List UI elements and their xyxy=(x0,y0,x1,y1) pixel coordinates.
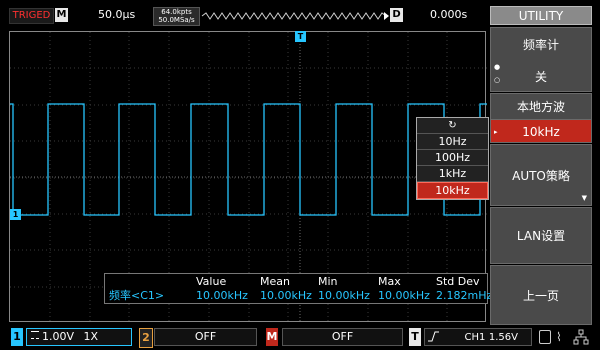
meas-header-min: Min xyxy=(318,275,338,288)
option-100hz[interactable]: 100Hz xyxy=(417,150,488,166)
selection-arrow-icon: ▸ xyxy=(494,128,498,136)
meas-min: 10.00kHz xyxy=(318,289,370,302)
menu-previous-page[interactable]: 上一页 xyxy=(490,265,592,325)
channel1-probe: 1X xyxy=(83,330,99,343)
acquisition-info: 64.0kpts 50.0MSa/s xyxy=(153,7,200,26)
menu-frequency-counter-value: 关 xyxy=(534,70,547,84)
dc-coupling-icon xyxy=(31,331,39,339)
usb-device-icon xyxy=(539,330,551,344)
trigger-level: 1.56V xyxy=(488,332,518,343)
rising-edge-icon xyxy=(428,331,439,342)
delay-badge[interactable]: D xyxy=(390,8,403,22)
measurement-panel: Value Mean Min Max Std Dev 频率<C1> 10.00k… xyxy=(104,273,492,304)
meas-header-stddev: Std Dev xyxy=(436,275,480,288)
meas-header-max: Max xyxy=(378,275,401,288)
channel1-settings[interactable]: 1.00V 1X xyxy=(26,328,132,346)
trigger-settings[interactable]: CH1 1.56V xyxy=(424,328,532,346)
horizontal-delay-readout[interactable]: 0.000s xyxy=(430,8,467,22)
meas-max: 10.00kHz xyxy=(378,289,430,302)
top-status-bar: TRIGED M 50.0μs 64.0kpts 50.0MSa/s D 0.0… xyxy=(0,0,600,26)
math-button[interactable]: M xyxy=(266,328,278,346)
memory-position-indicator xyxy=(200,8,390,22)
channel1-scale: 1.00V xyxy=(42,330,75,343)
meas-header-mean: Mean xyxy=(260,275,290,288)
option-10khz[interactable]: 10kHz xyxy=(417,182,488,199)
menu-auto-strategy[interactable]: AUTO策略 ▼ xyxy=(490,144,592,206)
trigger-source: CH1 xyxy=(464,332,486,343)
channel2-settings[interactable]: OFF xyxy=(154,328,257,346)
channel1-ground-marker[interactable]: 1 xyxy=(10,209,21,220)
channel1-button[interactable]: 1 xyxy=(11,328,23,346)
meas-row-label: 频率<C1> xyxy=(109,289,165,302)
trigger-button[interactable]: T xyxy=(409,328,421,346)
trigger-status: TRIGED xyxy=(9,8,54,24)
network-icon xyxy=(573,329,589,345)
timebase-readout[interactable]: 50.0μs xyxy=(98,8,135,22)
menu-lan-settings[interactable]: LAN设置 xyxy=(490,207,592,264)
square-wave-frequency-list[interactable]: ↻ 10Hz 100Hz 1kHz 10kHz xyxy=(416,117,489,200)
menu-frequency-counter[interactable]: 频率计 ● ○ 关 xyxy=(490,27,592,92)
math-settings[interactable]: OFF xyxy=(282,328,403,346)
bottom-status-bar: 1 1.00V 1X 2 OFF M OFF T CH1 1.56V ⌇ xyxy=(0,325,600,350)
meas-mean: 10.00kHz xyxy=(260,289,312,302)
menu-local-square-wave-label: 本地方波 xyxy=(516,100,565,114)
trigger-position-marker[interactable]: T xyxy=(295,31,306,42)
mode-badge[interactable]: M xyxy=(55,8,68,22)
option-10hz[interactable]: 10Hz xyxy=(417,134,488,150)
channel2-button[interactable]: 2 xyxy=(139,328,153,348)
meas-header-value: Value xyxy=(196,275,227,288)
option-1khz[interactable]: 1kHz xyxy=(417,166,488,182)
refresh-icon[interactable]: ↻ xyxy=(417,118,488,134)
usb-icon: ⌇ xyxy=(556,330,562,344)
menu-frequency-counter-label: 频率计 xyxy=(522,38,559,52)
meas-stddev: 2.182mHz xyxy=(436,289,493,302)
menu-title: UTILITY xyxy=(490,6,592,25)
memory-depth: 64.0kpts xyxy=(161,8,192,16)
menu-local-square-wave-value[interactable]: 10kHz ▸ xyxy=(490,119,592,143)
sample-rate: 50.0MSa/s xyxy=(158,16,195,24)
meas-value: 10.00kHz xyxy=(196,289,248,302)
